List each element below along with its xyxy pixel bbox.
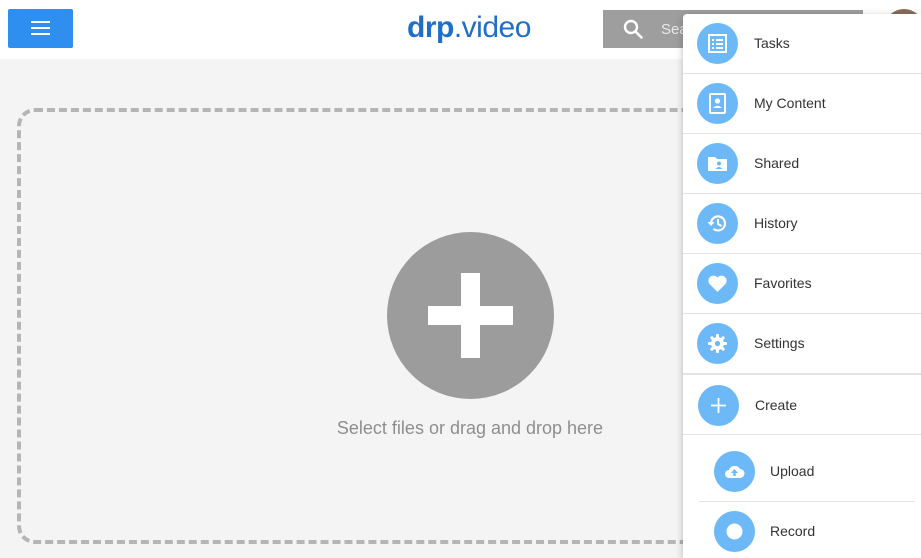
menu-item-shared-label: Shared (754, 155, 800, 171)
logo-text-dr: dr (407, 11, 437, 44)
menu-item-favorites[interactable]: Favorites (683, 254, 921, 314)
cloud-upload-icon (714, 451, 755, 492)
menu-item-history[interactable]: History (683, 194, 921, 254)
menu-item-create-label: Create (755, 397, 798, 413)
content-icon (697, 83, 738, 124)
menu-item-settings[interactable]: Settings (683, 314, 921, 374)
hamburger-menu-button[interactable] (8, 9, 73, 48)
heart-icon (697, 263, 738, 304)
record-icon (714, 511, 755, 552)
plus-icon (698, 385, 739, 426)
logo-text-p: p (436, 11, 454, 44)
hamburger-icon (31, 21, 50, 35)
tasks-icon (697, 23, 738, 64)
menu-item-my-content[interactable]: My Content (683, 74, 921, 134)
history-icon (697, 203, 738, 244)
navigation-menu: Tasks My Content Shared History Favorite… (683, 14, 921, 558)
plus-icon (428, 273, 513, 358)
gear-icon (697, 323, 738, 364)
menu-item-upload-label: Upload (770, 463, 815, 479)
logo-text-video: .video (453, 11, 532, 44)
drop-video-logo[interactable]: drp.video (407, 8, 531, 48)
shared-folder-icon (697, 143, 738, 184)
menu-item-my-content-label: My Content (754, 95, 826, 111)
menu-item-record[interactable]: Record (699, 502, 915, 558)
file-drop-zone[interactable] (17, 108, 717, 544)
menu-item-tasks-label: Tasks (754, 35, 790, 51)
drop-zone-label: Select files or drag and drop here (336, 418, 604, 438)
menu-item-record-label: Record (770, 523, 816, 539)
menu-item-favorites-label: Favorites (754, 275, 812, 291)
search-icon (623, 19, 643, 39)
menu-item-tasks[interactable]: Tasks (683, 14, 921, 74)
menu-item-history-label: History (754, 215, 798, 231)
menu-item-shared[interactable]: Shared (683, 134, 921, 194)
menu-item-create[interactable]: Create (683, 374, 921, 435)
add-files-button[interactable] (387, 232, 554, 399)
menu-item-upload[interactable]: Upload (699, 442, 915, 502)
menu-item-settings-label: Settings (754, 335, 805, 351)
